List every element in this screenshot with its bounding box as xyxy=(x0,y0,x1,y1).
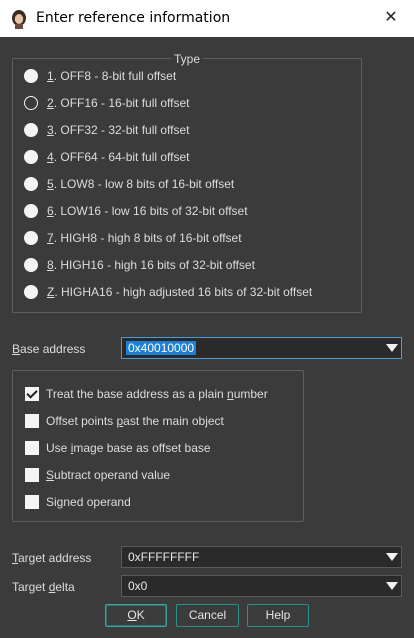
type-option-label: 7. HIGH8 - high 8 bits of 16-bit offset xyxy=(47,231,242,245)
option-label: Offset points past the main object xyxy=(46,414,224,428)
type-option-radio[interactable] xyxy=(24,204,38,218)
type-option-9[interactable]: Z. HIGHA16 - high adjusted 16 bits of 32… xyxy=(24,282,312,302)
option-4[interactable]: Subtract operand value xyxy=(25,465,170,485)
option-checkbox[interactable] xyxy=(25,495,39,509)
base-address-value[interactable]: 0x40010000 xyxy=(126,341,197,355)
chevron-down-icon[interactable] xyxy=(386,553,398,561)
type-option-3[interactable]: 3. OFF32 - 32-bit full offset xyxy=(24,120,190,140)
type-option-label: 3. OFF32 - 32-bit full offset xyxy=(47,123,190,137)
chevron-down-icon[interactable] xyxy=(386,344,398,352)
close-icon[interactable]: ✕ xyxy=(381,8,401,28)
option-1[interactable]: Treat the base address as a plain number xyxy=(25,384,268,404)
option-checkbox[interactable] xyxy=(25,441,39,455)
type-option-radio[interactable] xyxy=(24,231,38,245)
type-option-label: 1. OFF8 - 8-bit full offset xyxy=(47,69,177,83)
base-address-combo[interactable]: 0x40010000 xyxy=(121,337,402,359)
cancel-button[interactable]: Cancel xyxy=(176,604,239,627)
type-option-5[interactable]: 5. LOW8 - low 8 bits of 16-bit offset xyxy=(24,174,234,194)
option-label: Subtract operand value xyxy=(46,468,171,482)
type-option-radio[interactable] xyxy=(24,150,38,164)
option-checkbox[interactable] xyxy=(25,414,39,428)
type-option-label: 4. OFF64 - 64-bit full offset xyxy=(47,150,190,164)
type-option-label: 5. LOW8 - low 8 bits of 16-bit offset xyxy=(47,177,235,191)
type-option-2[interactable]: 2. OFF16 - 16-bit full offset xyxy=(24,93,190,113)
help-button[interactable]: Help xyxy=(247,604,309,627)
type-option-radio[interactable] xyxy=(24,69,38,83)
target-delta-combo[interactable]: 0x0 xyxy=(121,575,402,597)
option-label: Signed operand xyxy=(46,495,131,509)
target-address-combo[interactable]: 0xFFFFFFFF xyxy=(121,546,402,568)
target-delta-label: Target delta xyxy=(12,580,75,594)
target-address-label: Target address xyxy=(12,551,92,565)
type-option-label: Z. HIGHA16 - high adjusted 16 bits of 32… xyxy=(47,285,313,299)
type-option-label: 2. OFF16 - 16-bit full offset xyxy=(47,96,190,110)
type-group-legend: Type xyxy=(13,52,361,66)
type-option-6[interactable]: 6. LOW16 - low 16 bits of 32-bit offset xyxy=(24,201,248,221)
type-option-radio[interactable] xyxy=(24,96,38,110)
type-option-radio[interactable] xyxy=(24,285,38,299)
title-bar: Enter reference information ✕ xyxy=(0,0,414,37)
ok-button[interactable]: OK xyxy=(105,604,167,627)
type-option-8[interactable]: 8. HIGH16 - high 16 bits of 32-bit offse… xyxy=(24,255,255,275)
target-delta-value[interactable]: 0x0 xyxy=(126,579,149,593)
type-option-radio[interactable] xyxy=(24,123,38,137)
app-logo-icon xyxy=(9,9,29,29)
base-address-label: Base address xyxy=(12,342,86,356)
option-3[interactable]: Use image base as offset base xyxy=(25,438,211,458)
chevron-down-icon[interactable] xyxy=(386,582,398,590)
type-option-1[interactable]: 1. OFF8 - 8-bit full offset xyxy=(24,66,176,86)
option-2[interactable]: Offset points past the main object xyxy=(25,411,224,431)
window-title: Enter reference information xyxy=(36,10,231,26)
type-option-label: 8. HIGH16 - high 16 bits of 32-bit offse… xyxy=(47,258,255,272)
option-checkbox[interactable] xyxy=(25,468,39,482)
type-option-7[interactable]: 7. HIGH8 - high 8 bits of 16-bit offset xyxy=(24,228,242,248)
option-5[interactable]: Signed operand xyxy=(25,492,131,512)
target-address-value[interactable]: 0xFFFFFFFF xyxy=(126,550,201,564)
type-option-radio[interactable] xyxy=(24,258,38,272)
option-checkbox[interactable] xyxy=(25,387,39,401)
option-label: Use image base as offset base xyxy=(46,441,211,455)
type-option-4[interactable]: 4. OFF64 - 64-bit full offset xyxy=(24,147,190,167)
type-option-radio[interactable] xyxy=(24,177,38,191)
type-option-label: 6. LOW16 - low 16 bits of 32-bit offset xyxy=(47,204,248,218)
option-label: Treat the base address as a plain number xyxy=(46,387,268,401)
